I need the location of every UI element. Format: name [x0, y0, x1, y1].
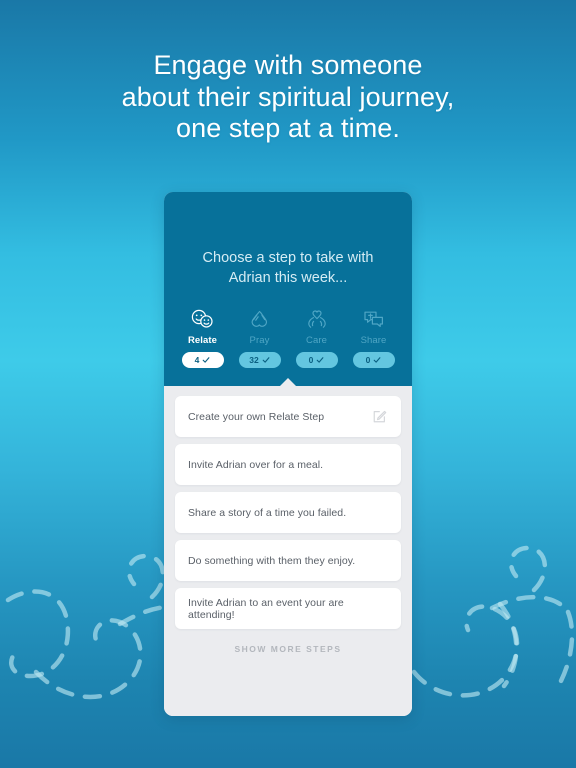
check-icon — [373, 357, 381, 363]
step-text: Invite Adrian to an event your are atten… — [188, 596, 344, 621]
card-title: Choose a step to take with Adrian this w… — [164, 248, 412, 288]
headline-line-2: about their spiritual journey, — [121, 81, 455, 112]
decor-curve-right-4 — [553, 609, 575, 693]
tab-share-badge: 0 — [352, 352, 395, 368]
card-title-line-1: Choose a step to take with — [202, 250, 374, 266]
tab-pray-label: Pray — [249, 335, 270, 346]
heart-hands-icon — [305, 307, 329, 331]
show-more-steps-button[interactable]: SHOW MORE STEPS — [175, 644, 401, 654]
check-icon — [262, 357, 270, 363]
active-tab-pointer — [279, 378, 297, 387]
tab-pray-badge: 32 — [238, 352, 281, 368]
tab-share-count: 0 — [365, 355, 371, 365]
tab-share-label: Share — [360, 335, 387, 346]
tab-pray-count: 32 — [249, 355, 259, 365]
list-item[interactable]: Invite Adrian over for a meal. — [175, 444, 401, 485]
check-icon — [202, 357, 210, 363]
speech-bubbles-cross-icon — [362, 307, 386, 331]
headline-line-3: one step at a time. — [175, 113, 401, 143]
decor-curve-left-4 — [126, 553, 166, 600]
decor-curve-right-2 — [489, 595, 571, 615]
tab-relate-label: Relate — [187, 335, 218, 346]
list-item[interactable]: Do something with them they enjoy. — [175, 540, 401, 581]
tab-bar: Relate 4 Pray 32 Care 0 Share 0 — [164, 307, 412, 387]
tab-care-count: 0 — [308, 355, 314, 365]
card-header: Choose a step to take with Adrian this w… — [164, 192, 412, 387]
tab-relate[interactable]: Relate 4 — [174, 307, 297, 387]
decor-curve-right-5 — [497, 601, 519, 689]
tab-care-label: Care — [306, 335, 327, 346]
tab-relate-badge: 4 — [181, 352, 224, 368]
headline-line-1: Engage with someone — [153, 50, 423, 80]
step-text: Invite Adrian over for a meal. — [188, 458, 324, 471]
praying-hands-icon — [248, 307, 271, 331]
decor-curve-left-1 — [5, 589, 71, 679]
edit-pencil-square-icon[interactable] — [371, 408, 388, 425]
list-item[interactable]: Invite Adrian to an event your are atten… — [175, 588, 401, 629]
tab-pray[interactable]: Pray 32 — [231, 307, 288, 368]
tab-care[interactable]: Care 0 — [288, 307, 345, 368]
tab-share[interactable]: Share 0 — [345, 307, 402, 368]
tab-care-badge: 0 — [295, 352, 338, 368]
step-text: Do something with them they enjoy. — [188, 554, 356, 567]
list-item[interactable]: Share a story of a time you failed. — [175, 492, 401, 533]
decor-curve-left-2 — [33, 618, 143, 700]
check-icon — [316, 357, 324, 363]
relate-faces-icon — [190, 307, 215, 331]
decor-curve-right-3 — [508, 545, 548, 593]
page-headline: Engage with someone about their spiritua… — [0, 50, 576, 145]
tab-relate-count: 4 — [194, 355, 200, 365]
step-text: Create your own Relate Step — [188, 410, 325, 423]
list-item[interactable]: Create your own Relate Step — [175, 396, 401, 437]
app-preview-card: Choose a step to take with Adrian this w… — [164, 192, 412, 716]
decor-curve-right-1 — [411, 604, 520, 698]
steps-list: Create your own Relate Step Invite Adria… — [164, 386, 412, 716]
step-text: Share a story of a time you failed. — [188, 506, 347, 519]
card-title-line-2: Adrian this week... — [228, 270, 348, 286]
